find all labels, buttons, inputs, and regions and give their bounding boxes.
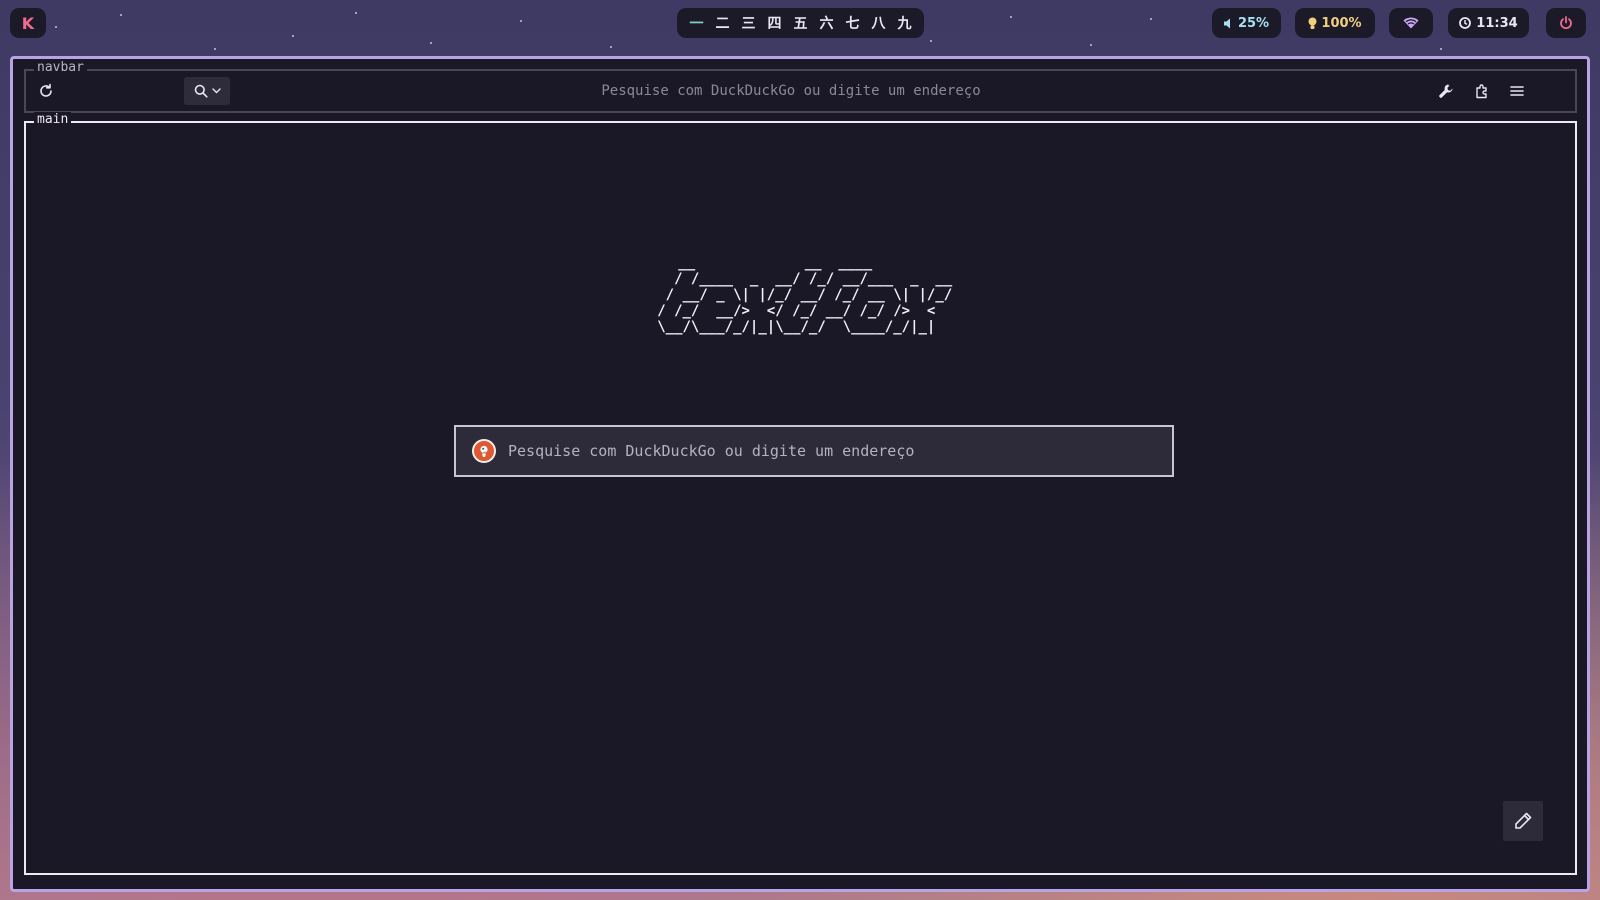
workspace-3[interactable]: 三 bbox=[736, 13, 762, 33]
brightness-value: 100% bbox=[1321, 15, 1362, 31]
menu-button[interactable] bbox=[1507, 81, 1527, 101]
bulb-icon bbox=[1308, 17, 1317, 30]
main-panel: main __ __ ____ / /____ _ __/ /_/ __/___… bbox=[24, 112, 1577, 875]
workspace-2[interactable]: 二 bbox=[710, 13, 736, 33]
volume-indicator[interactable]: 25% bbox=[1212, 8, 1281, 38]
launcher-button[interactable]: K bbox=[10, 8, 46, 38]
workspace-6[interactable]: 六 bbox=[814, 13, 840, 33]
main-label: main bbox=[34, 112, 72, 128]
clock-time: 11:34 bbox=[1476, 15, 1518, 31]
workspace-5[interactable]: 五 bbox=[788, 13, 814, 33]
workspace-4[interactable]: 四 bbox=[762, 13, 788, 33]
workspace-7[interactable]: 七 bbox=[840, 13, 866, 33]
extensions-button[interactable] bbox=[1472, 81, 1492, 101]
puzzle-icon bbox=[1474, 83, 1490, 99]
chevron-down-icon bbox=[211, 88, 221, 94]
navbar: navbar bbox=[24, 60, 1577, 113]
search-icon bbox=[194, 84, 208, 98]
search-box[interactable] bbox=[454, 425, 1174, 477]
launcher-logo: K bbox=[21, 13, 35, 33]
hamburger-icon bbox=[1510, 85, 1524, 97]
workspace-9[interactable]: 九 bbox=[892, 13, 918, 33]
workspace-1[interactable]: 一 bbox=[684, 13, 710, 33]
browser-window: navbar Pesquise com DuckDuckGo ou digite… bbox=[10, 56, 1590, 892]
edit-button[interactable] bbox=[1503, 801, 1543, 841]
volume-value: 25% bbox=[1237, 15, 1270, 31]
search-input[interactable] bbox=[508, 427, 1172, 475]
wifi-indicator[interactable] bbox=[1389, 8, 1433, 38]
reload-icon bbox=[38, 83, 54, 99]
wifi-icon bbox=[1403, 17, 1419, 29]
workspace-8[interactable]: 八 bbox=[866, 13, 892, 33]
reload-button[interactable] bbox=[36, 81, 56, 101]
wrench-icon bbox=[1438, 83, 1454, 99]
ascii-logo: __ __ ____ / /____ _ __/ /_/ __/___ _ __… bbox=[657, 255, 953, 335]
navbar-label: navbar bbox=[34, 60, 87, 76]
clock-indicator[interactable]: 11:34 bbox=[1448, 8, 1529, 38]
power-icon bbox=[1559, 16, 1573, 30]
search-engine-selector[interactable] bbox=[184, 77, 230, 105]
url-bar[interactable] bbox=[266, 77, 1316, 105]
workspace-switcher: 一 二 三 四 五 六 七 八 九 bbox=[677, 8, 924, 38]
duckduckgo-icon bbox=[472, 439, 496, 463]
power-button[interactable] bbox=[1546, 8, 1586, 38]
clock-icon bbox=[1459, 17, 1472, 29]
tools-button[interactable] bbox=[1436, 81, 1456, 101]
speaker-icon bbox=[1223, 18, 1234, 29]
brightness-indicator[interactable]: 100% bbox=[1295, 8, 1375, 38]
pencil-icon bbox=[1513, 811, 1533, 831]
